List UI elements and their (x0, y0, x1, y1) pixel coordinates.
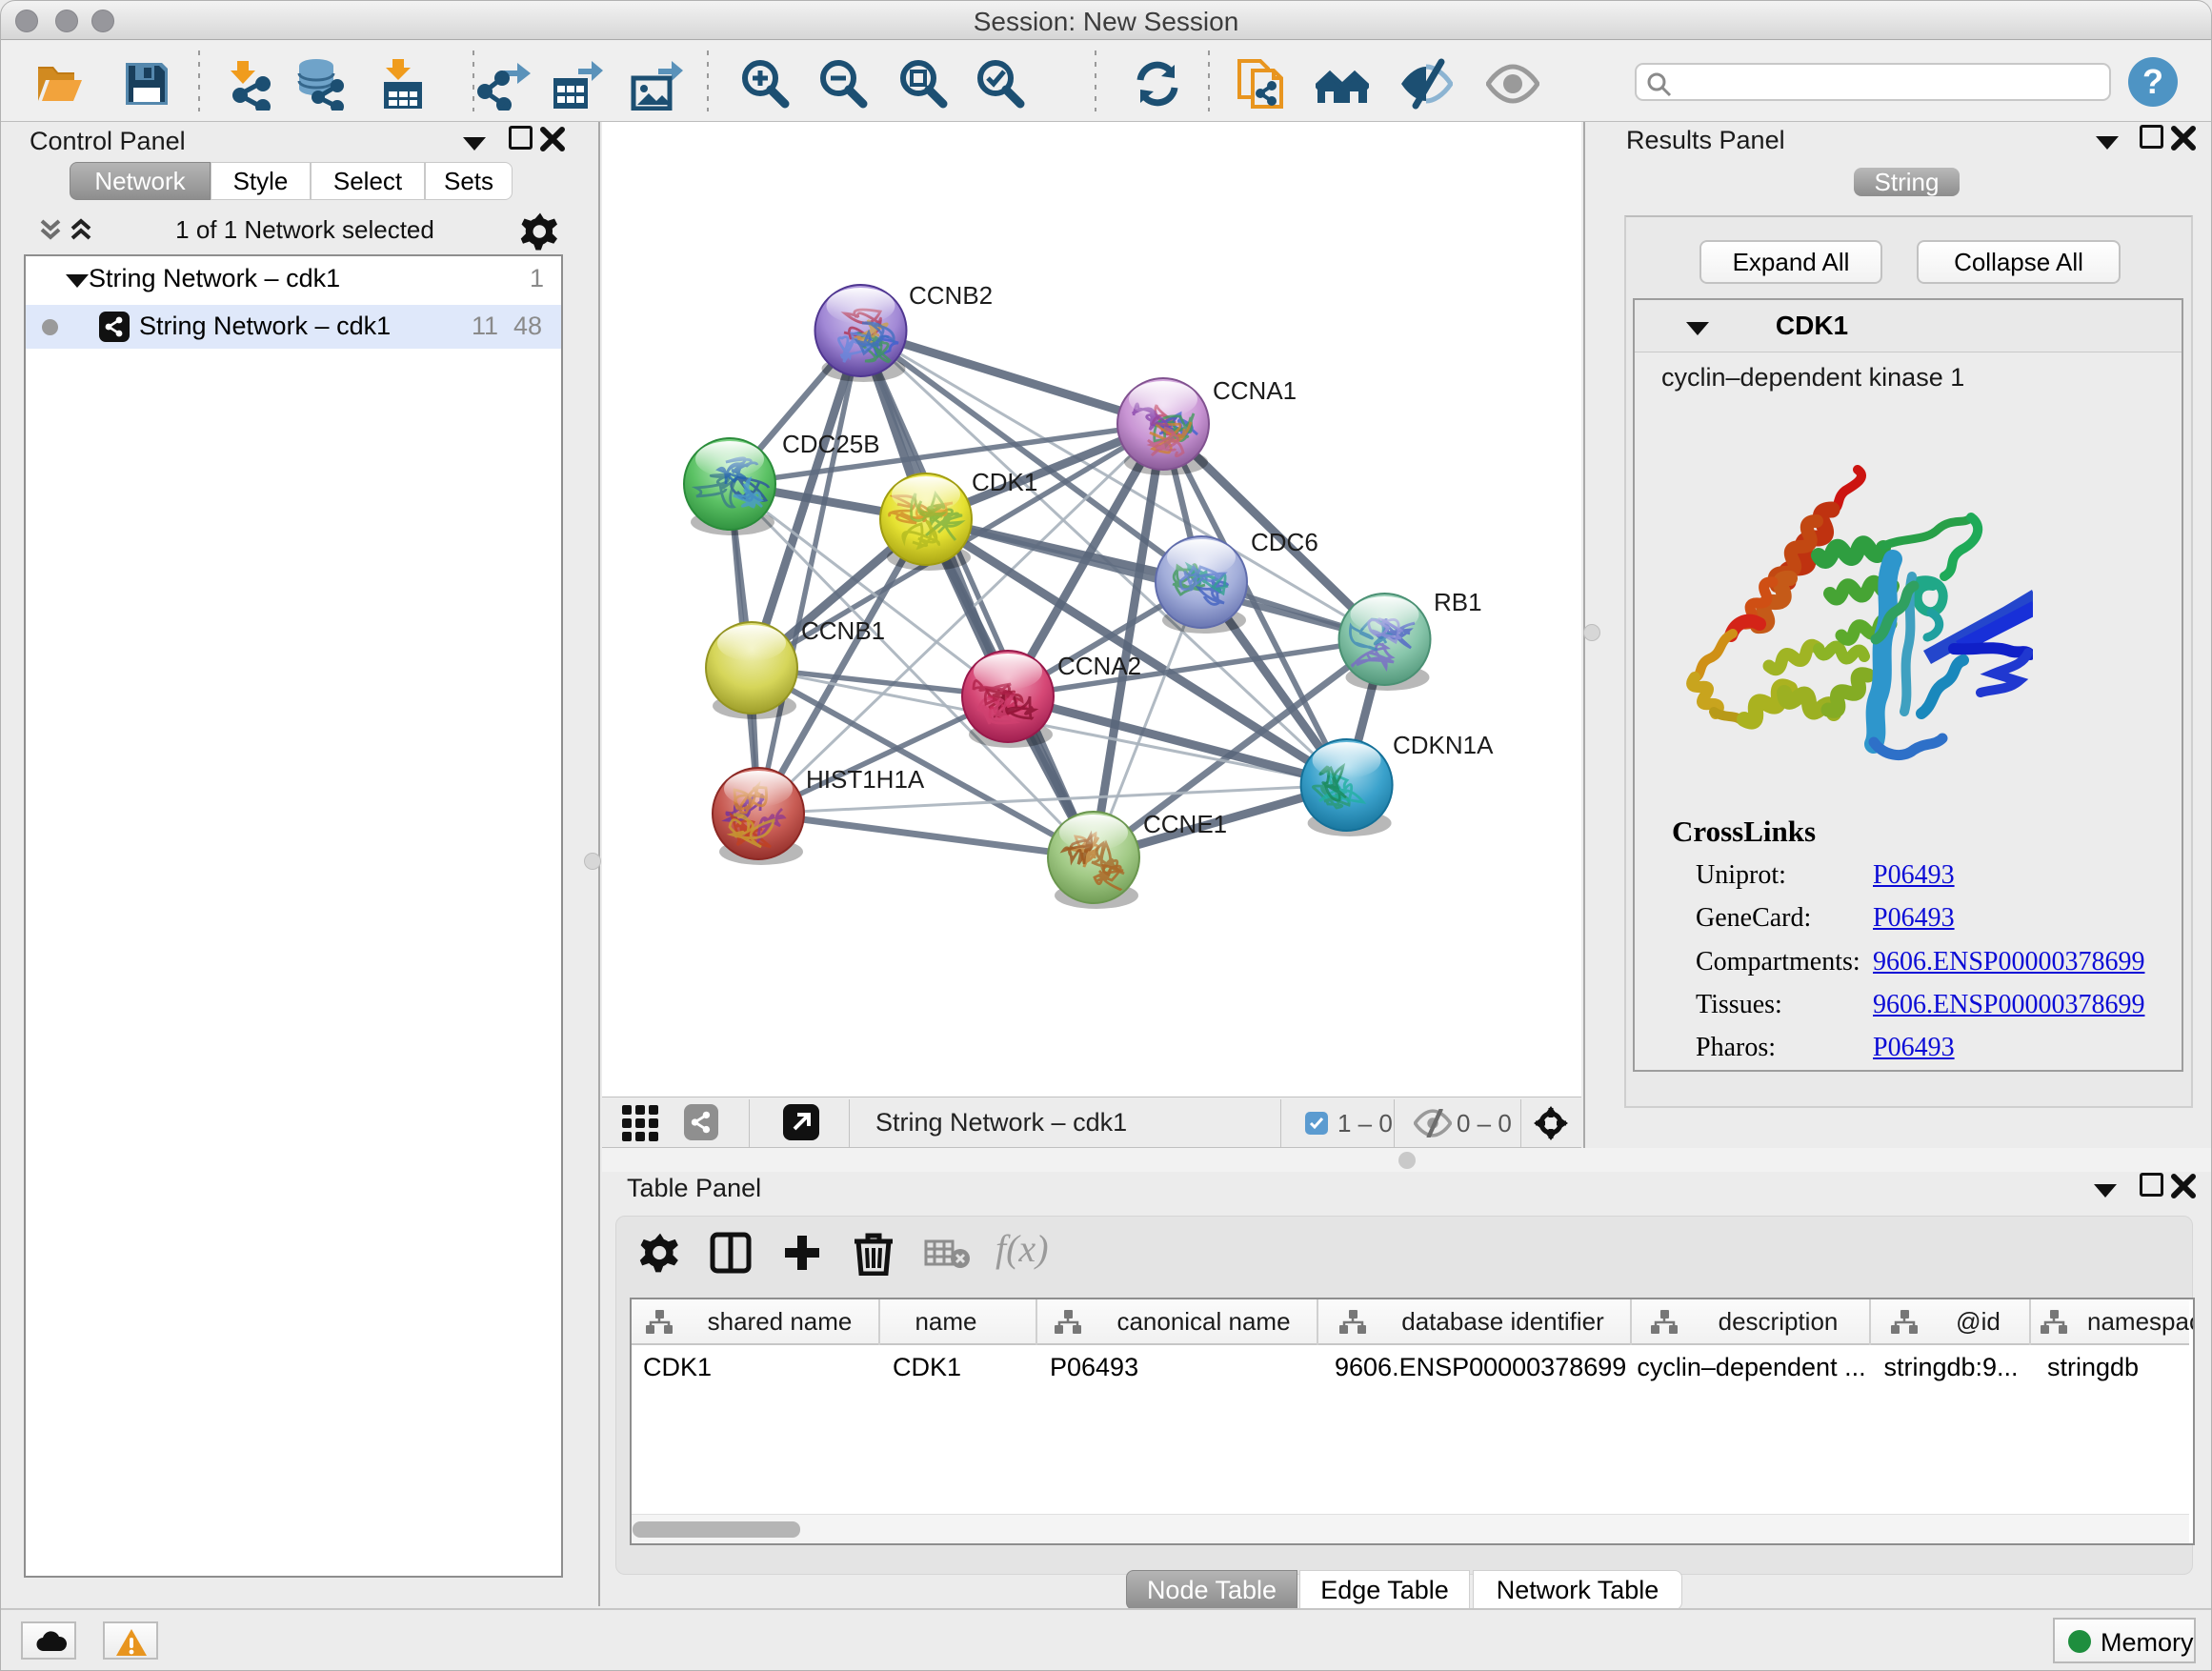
svg-text:CDK1: CDK1 (972, 468, 1037, 496)
svg-text:CCNB1: CCNB1 (801, 616, 885, 645)
svg-text:CDC6: CDC6 (1251, 528, 1318, 556)
svg-text:HIST1H1A: HIST1H1A (806, 765, 925, 794)
svg-text:CCNA2: CCNA2 (1057, 652, 1141, 680)
svg-text:CCNA1: CCNA1 (1213, 376, 1297, 405)
svg-text:CCNB2: CCNB2 (909, 281, 993, 310)
svg-text:CDKN1A: CDKN1A (1393, 731, 1494, 759)
svg-text:CCNE1: CCNE1 (1143, 810, 1227, 838)
svg-text:RB1: RB1 (1434, 588, 1482, 616)
svg-text:CDC25B: CDC25B (782, 430, 880, 458)
